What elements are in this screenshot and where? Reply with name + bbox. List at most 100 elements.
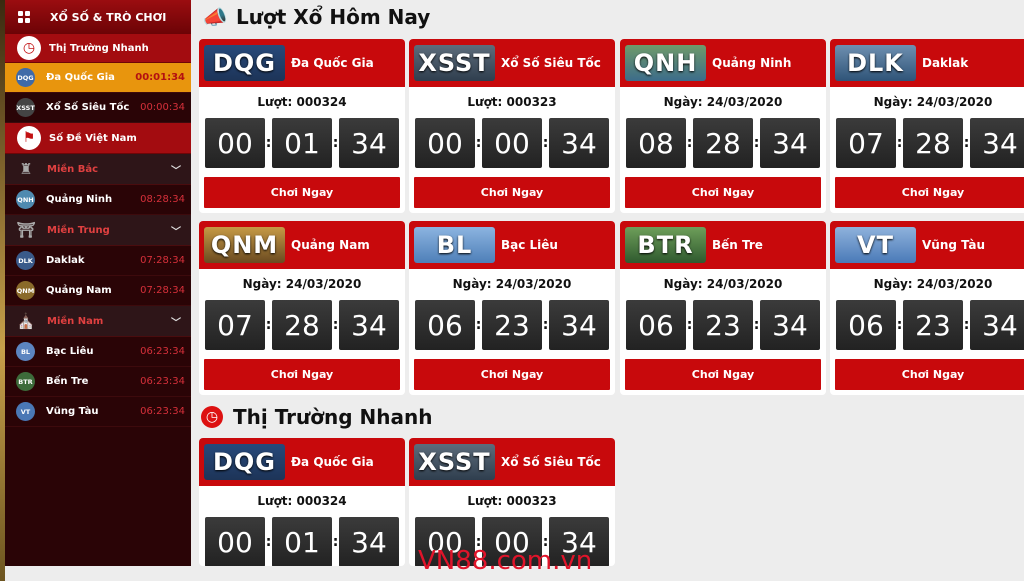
sidebar-item-time: 07:28:34 — [140, 285, 185, 296]
card-title: Daklak — [922, 56, 969, 70]
countdown-hours: 08 — [626, 118, 686, 168]
qnh-logo-icon: QNH — [16, 190, 35, 209]
countdown-separator: : — [963, 317, 970, 333]
sidebar-item-xo-so-sieu-toc[interactable]: XSST Xổ Số Siêu Tốc 00:00:34 — [5, 93, 191, 123]
card-draw-info: Ngày: 24/03/2020 — [242, 277, 362, 291]
countdown-timer: 07:28:34 — [830, 117, 1024, 169]
countdown-minutes: 23 — [693, 300, 753, 350]
countdown-seconds: 34 — [760, 300, 820, 350]
sidebar-item-label: Daklak — [46, 255, 85, 266]
lottery-card[interactable]: QNH Quảng Ninh Ngày: 24/03/2020 08:28:34 Chơ… — [620, 39, 826, 213]
sidebar-item-label: Quảng Ninh — [46, 194, 113, 205]
countdown-minutes: 28 — [693, 118, 753, 168]
countdown-seconds: 34 — [549, 300, 609, 350]
qnm-logo-icon: QNM — [16, 281, 35, 300]
play-now-button[interactable]: Chơi Ngay — [835, 359, 1024, 390]
countdown-separator: : — [963, 135, 970, 151]
card-draw-info: Lượt: 000323 — [467, 494, 557, 508]
countdown-hours: 00 — [205, 517, 265, 566]
play-now-button[interactable]: Chơi Ngay — [625, 359, 821, 390]
card-header[interactable]: DQG Đa Quốc Gia — [199, 39, 405, 87]
sidebar-item-time: 00:00:34 — [140, 102, 185, 113]
sidebar-item-label: Xổ Số Siêu Tốc — [46, 102, 130, 113]
sidebar-region-mien-nam[interactable]: ⛪ Miền Nam ﹀ — [5, 306, 191, 337]
countdown-seconds: 34 — [970, 118, 1024, 168]
lottery-logo-badge: VT — [835, 227, 916, 263]
chevron-down-icon: ﹀ — [171, 317, 181, 329]
clock-icon: ◷ — [201, 406, 223, 428]
region-label: Miền Nam — [47, 315, 104, 327]
countdown-separator: : — [896, 135, 903, 151]
section-title-today: 📣 Lượt Xổ Hôm Nay — [203, 5, 431, 29]
sidebar-item-bac-lieu[interactable]: BL Bạc Liêu 06:23:34 — [5, 337, 191, 367]
card-draw-info: Lượt: 000324 — [257, 494, 347, 508]
countdown-seconds: 34 — [339, 300, 399, 350]
play-now-button[interactable]: Chơi Ngay — [414, 359, 610, 390]
lottery-card[interactable]: QNM Quảng Nam Ngày: 24/03/2020 07:28:34 Chơi… — [199, 221, 405, 395]
sidebar-item-time: 00:01:34 — [135, 72, 185, 83]
countdown-seconds: 34 — [549, 118, 609, 168]
play-now-button[interactable]: Chơi Ngay — [204, 177, 400, 208]
sidebar-section-so-de[interactable]: ⚑ Số Đề Việt Nam — [5, 123, 191, 154]
countdown-separator: : — [542, 135, 549, 151]
sidebar-item-quang-nam[interactable]: QNM Quảng Nam 07:28:34 — [5, 276, 191, 306]
sidebar-header[interactable]: XỔ SỐ & TRÒ CHƠI — [5, 0, 191, 34]
grid-icon — [18, 11, 30, 23]
card-header[interactable]: VT Vũng Tàu — [830, 221, 1024, 269]
card-header[interactable]: QNM Quảng Nam — [199, 221, 405, 269]
card-header[interactable]: XSST Xổ Số Siêu Tốc — [409, 39, 615, 87]
lottery-card[interactable]: DQG Đa Quốc Gia Lượt: 000324 00:01:34 — [199, 438, 405, 566]
card-title: Quảng Ninh — [712, 56, 792, 70]
lottery-card[interactable]: BTR Bến Tre Ngày: 24/03/2020 06:23:34 Chơi N… — [620, 221, 826, 395]
pagoda-icon: ⛩ — [16, 221, 36, 239]
sidebar-section-fast-market[interactable]: ◷ Thị Trường Nhanh — [5, 34, 191, 63]
card-draw-info: Ngày: 24/03/2020 — [663, 277, 783, 291]
card-header[interactable]: BTR Bến Tre — [620, 221, 826, 269]
card-title: Bạc Liêu — [501, 238, 558, 252]
countdown-seconds: 34 — [339, 118, 399, 168]
dlk-logo-icon: DLK — [16, 251, 35, 270]
play-now-button[interactable]: Chơi Ngay — [625, 177, 821, 208]
card-header[interactable]: DLK Daklak — [830, 39, 1024, 87]
lottery-card[interactable]: BL Bạc Liêu Ngày: 24/03/2020 06:23:34 Chơi N… — [409, 221, 615, 395]
countdown-minutes: 00 — [482, 118, 542, 168]
card-header[interactable]: QNH Quảng Ninh — [620, 39, 826, 87]
play-now-button[interactable]: Chơi Ngay — [835, 177, 1024, 208]
chevron-down-icon: ﹀ — [171, 226, 181, 238]
countdown-separator: : — [896, 317, 903, 333]
play-now-button[interactable]: Chơi Ngay — [414, 177, 610, 208]
card-header[interactable]: DQG Đa Quốc Gia — [199, 438, 405, 486]
lottery-logo-badge: DQG — [204, 45, 285, 81]
countdown-timer: 08:28:34 — [620, 117, 826, 169]
countdown-separator: : — [753, 317, 760, 333]
sidebar-item-daklak[interactable]: DLK Daklak 07:28:34 — [5, 246, 191, 276]
lottery-card[interactable]: XSST Xổ Số Siêu Tốc Lượt: 000323 00:00:34 Ch… — [409, 39, 615, 213]
lottery-card[interactable]: VT Vũng Tàu Ngày: 24/03/2020 06:23:34 Chơi N… — [830, 221, 1024, 395]
lottery-logo-badge: XSST — [414, 45, 495, 81]
sidebar-item-vung-tau[interactable]: VT Vũng Tàu 06:23:34 — [5, 397, 191, 427]
card-title: Vũng Tàu — [922, 238, 986, 252]
sidebar-region-mien-trung[interactable]: ⛩ Miền Trung ﹀ — [5, 215, 191, 246]
countdown-separator: : — [265, 135, 272, 151]
countdown-hours: 06 — [836, 300, 896, 350]
sidebar-item-ben-tre[interactable]: BTR Bến Tre 06:23:34 — [5, 367, 191, 397]
countdown-minutes: 28 — [272, 300, 332, 350]
countdown-timer: 06:23:34 — [409, 299, 615, 351]
sidebar-region-mien-bac[interactable]: ♜ Miền Bắc ﹀ — [5, 154, 191, 185]
sidebar-item-time: 06:23:34 — [140, 346, 185, 357]
countdown-hours: 00 — [415, 118, 475, 168]
card-header[interactable]: BL Bạc Liêu — [409, 221, 615, 269]
countdown-separator: : — [265, 317, 272, 333]
countdown-timer: 00:01:34 — [199, 117, 405, 169]
sidebar-item-label: Bạc Liêu — [46, 346, 94, 357]
sidebar-item-da-quoc-gia[interactable]: DQG Đa Quốc Gia 00:01:34 — [5, 63, 191, 93]
play-now-button[interactable]: Chơi Ngay — [204, 359, 400, 390]
countdown-minutes: 23 — [482, 300, 542, 350]
card-header[interactable]: XSST Xổ Số Siêu Tốc — [409, 438, 615, 486]
sidebar: XỔ SỐ & TRÒ CHƠI ◷ Thị Trường Nhanh DQG … — [5, 0, 191, 566]
sidebar-item-quang-ninh[interactable]: QNH Quảng Ninh 08:28:34 — [5, 185, 191, 215]
countdown-separator: : — [475, 135, 482, 151]
lottery-card[interactable]: DQG Đa Quốc Gia Lượt: 000324 00:01:34 Chơi N… — [199, 39, 405, 213]
sidebar-item-time: 06:23:34 — [140, 376, 185, 387]
lottery-card[interactable]: DLK Daklak Ngày: 24/03/2020 07:28:34 Chơi Ng… — [830, 39, 1024, 213]
